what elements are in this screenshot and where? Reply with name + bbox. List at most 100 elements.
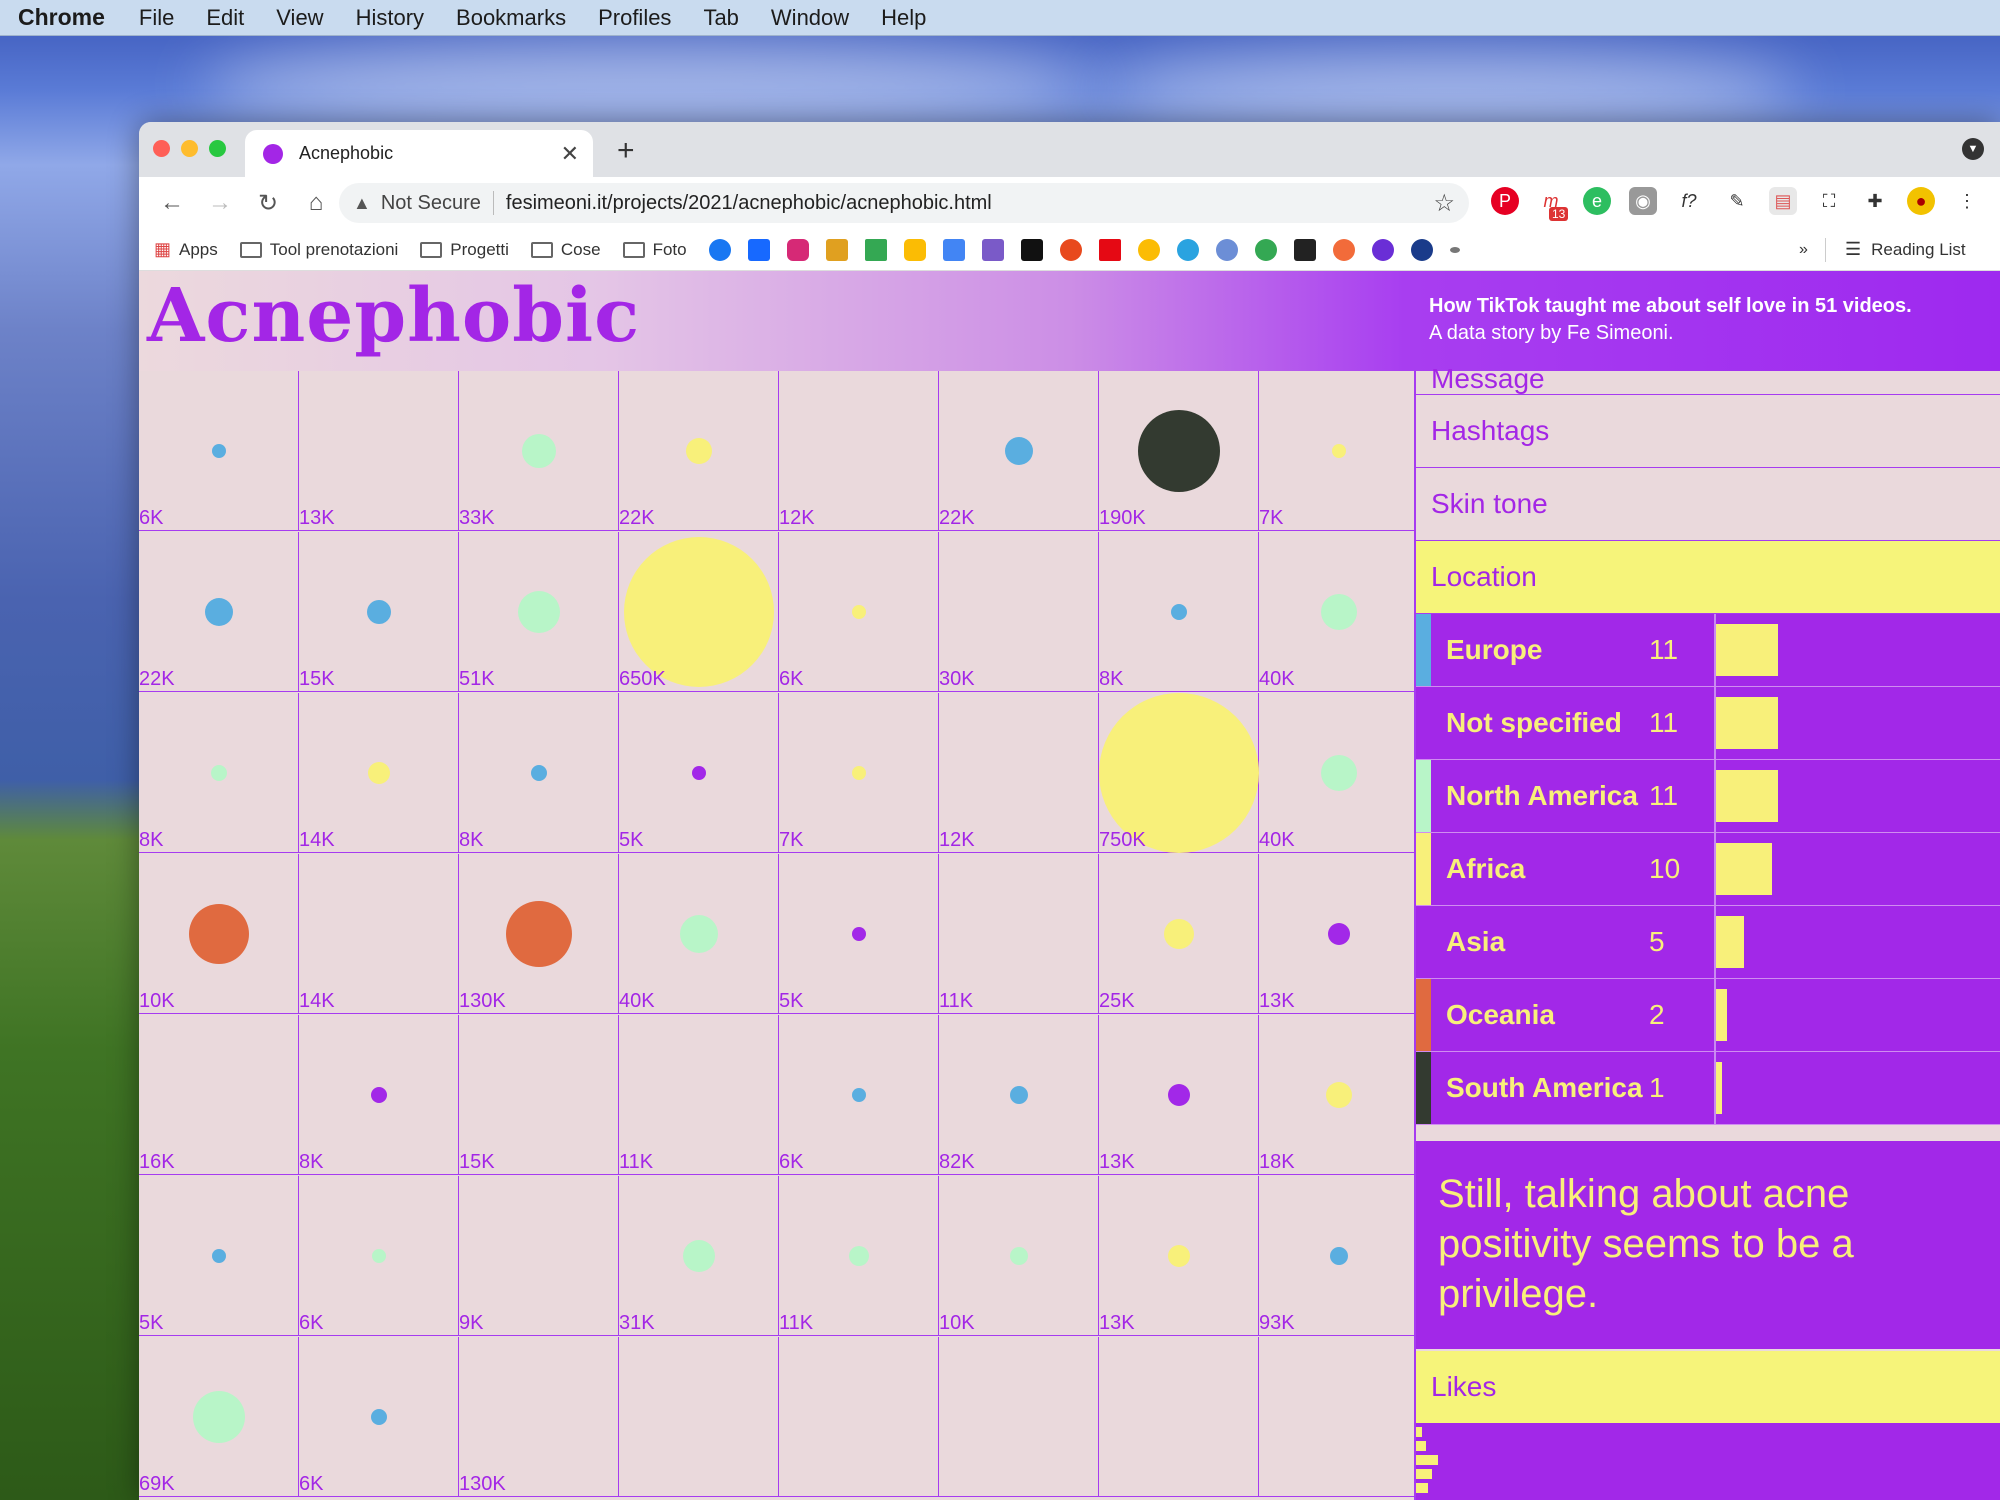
video-cell[interactable]: 13K	[1259, 854, 1419, 1014]
drive-bookmark-icon[interactable]	[864, 238, 887, 261]
video-cell[interactable]: 6K	[139, 371, 299, 531]
minimize-window-button[interactable]	[181, 140, 198, 157]
tools-bookmark-icon[interactable]	[825, 238, 848, 261]
video-cell[interactable]: 6K	[779, 532, 939, 692]
reading-list-button[interactable]: ☰ Reading List	[1845, 239, 1966, 260]
video-cell[interactable]: 15K	[299, 532, 459, 692]
keep-bookmark-icon[interactable]	[903, 238, 926, 261]
forward-icon[interactable]: →	[205, 189, 235, 217]
video-cell[interactable]: 10K	[139, 854, 299, 1014]
video-cell[interactable]: 650K	[619, 532, 779, 692]
filter-hashtags[interactable]: Hashtags	[1416, 395, 2000, 468]
screenshot-extension-icon[interactable]: ⛶	[1815, 187, 1843, 215]
url-text[interactable]: fesimeoni.it/projects/2021/acnephobic/ac…	[506, 192, 992, 215]
video-cell[interactable]: 8K	[299, 1015, 459, 1175]
instagram-bookmark-icon[interactable]	[786, 238, 809, 261]
location-row[interactable]: South America 1	[1416, 1052, 2000, 1125]
wordreference-bookmark-icon[interactable]	[981, 238, 1004, 261]
menu-file[interactable]: File	[139, 5, 174, 31]
video-cell[interactable]: 9K	[459, 1176, 619, 1336]
video-cell[interactable]: 22K	[939, 371, 1099, 531]
video-cell[interactable]: 8K	[139, 693, 299, 853]
video-cell[interactable]	[619, 1337, 779, 1497]
video-cell[interactable]: 5K	[779, 854, 939, 1014]
location-row[interactable]: North America 11	[1416, 760, 2000, 833]
video-cell[interactable]: 16K	[139, 1015, 299, 1175]
bookmark-folder-cose[interactable]: Cose	[530, 240, 601, 260]
behance-bookmark-icon[interactable]	[747, 238, 770, 261]
close-window-button[interactable]	[153, 140, 170, 157]
sole24-bookmark-icon[interactable]	[1293, 238, 1316, 261]
mastodon-bookmark-icon[interactable]	[1215, 238, 1238, 261]
video-cell[interactable]: 40K	[1259, 532, 1419, 692]
evernote-extension-icon[interactable]: e	[1583, 187, 1611, 215]
video-cell[interactable]: 33K	[459, 371, 619, 531]
video-cell[interactable]: 93K	[1259, 1176, 1419, 1336]
menu-profiles[interactable]: Profiles	[598, 5, 671, 31]
video-cell[interactable]: 25K	[1099, 854, 1259, 1014]
menu-edit[interactable]: Edit	[206, 5, 244, 31]
video-cell[interactable]: 130K	[459, 1337, 619, 1497]
video-cell[interactable]: 7K	[1259, 371, 1419, 531]
video-cell[interactable]: 7K	[779, 693, 939, 853]
video-cell[interactable]: 18K	[1259, 1015, 1419, 1175]
video-cell[interactable]: 12K	[779, 371, 939, 531]
video-cell[interactable]: 15K	[459, 1015, 619, 1175]
planet-bookmark-icon[interactable]	[1371, 238, 1394, 261]
video-cell[interactable]: 11K	[939, 854, 1099, 1014]
video-cell[interactable]: 14K	[299, 693, 459, 853]
calendar-extension-icon[interactable]: ▤	[1769, 187, 1797, 215]
video-cell[interactable]: 5K	[139, 1176, 299, 1336]
video-cell[interactable]: 51K	[459, 532, 619, 692]
video-cell[interactable]: 6K	[779, 1015, 939, 1175]
tab-acnephobic[interactable]: Acnephobic ✕	[245, 130, 593, 177]
new-tab-button[interactable]: +	[617, 134, 635, 168]
location-row[interactable]: Asia 5	[1416, 906, 2000, 979]
video-cell[interactable]	[939, 1337, 1099, 1497]
filter-message[interactable]: Message	[1416, 323, 2000, 395]
video-cell[interactable]: 750K	[1099, 693, 1259, 853]
menu-help[interactable]: Help	[881, 5, 926, 31]
back-icon[interactable]: ←	[157, 189, 187, 217]
video-cell[interactable]: 14K	[299, 854, 459, 1014]
video-cell[interactable]: 10K	[939, 1176, 1099, 1336]
reload-icon[interactable]: ↻	[253, 189, 283, 218]
security-label[interactable]: Not Secure	[381, 192, 481, 215]
translate-bookmark-icon[interactable]	[942, 238, 965, 261]
pinterest-extension-icon[interactable]: P	[1491, 187, 1519, 215]
video-cell[interactable]	[779, 1337, 939, 1497]
bookmark-star-icon[interactable]: ☆	[1433, 189, 1455, 218]
filter-skin-tone[interactable]: Skin tone	[1416, 468, 2000, 541]
video-cell[interactable]: 22K	[139, 532, 299, 692]
video-cell[interactable]	[1099, 1337, 1259, 1497]
site-logo[interactable]: Acnephobic	[147, 273, 640, 359]
video-cell[interactable]: 31K	[619, 1176, 779, 1336]
video-cell[interactable]: 6K	[299, 1176, 459, 1336]
video-cell[interactable]: 13K	[1099, 1015, 1259, 1175]
location-row[interactable]: Oceania 2	[1416, 979, 2000, 1052]
maps-bookmark-icon[interactable]	[1254, 238, 1277, 261]
bookmark-apps[interactable]: ▦ Apps	[154, 239, 218, 260]
menu-window[interactable]: Window	[771, 5, 849, 31]
menu-tab[interactable]: Tab	[703, 5, 738, 31]
bookmarks-overflow-button[interactable]: »	[1799, 241, 1808, 259]
bookmark-folder-tool-prenotazioni[interactable]: Tool prenotazioni	[239, 240, 398, 260]
home-icon[interactable]: ⌂	[301, 189, 331, 217]
filter-location[interactable]: Location	[1416, 541, 2000, 614]
close-tab-icon[interactable]: ✕	[561, 141, 579, 167]
photos-bookmark-icon[interactable]	[1137, 238, 1160, 261]
camera-extension-icon[interactable]: ◉	[1629, 187, 1657, 215]
video-cell[interactable]: 12K	[939, 693, 1099, 853]
font-extension-icon[interactable]: f?	[1675, 187, 1703, 215]
video-cell[interactable]: 13K	[299, 371, 459, 531]
video-cell[interactable]: 40K	[1259, 693, 1419, 853]
menu-bookmarks[interactable]: Bookmarks	[456, 5, 566, 31]
menu-view[interactable]: View	[276, 5, 323, 31]
alert-bookmark-icon[interactable]	[1059, 238, 1082, 261]
chrome-menu-icon[interactable]: ⋮	[1953, 187, 1981, 215]
menu-history[interactable]: History	[356, 5, 424, 31]
profile-avatar[interactable]: ●	[1907, 187, 1935, 215]
app-menu-chrome[interactable]: Chrome	[18, 4, 105, 31]
video-cell[interactable]: 22K	[619, 371, 779, 531]
video-cell[interactable]: 82K	[939, 1015, 1099, 1175]
